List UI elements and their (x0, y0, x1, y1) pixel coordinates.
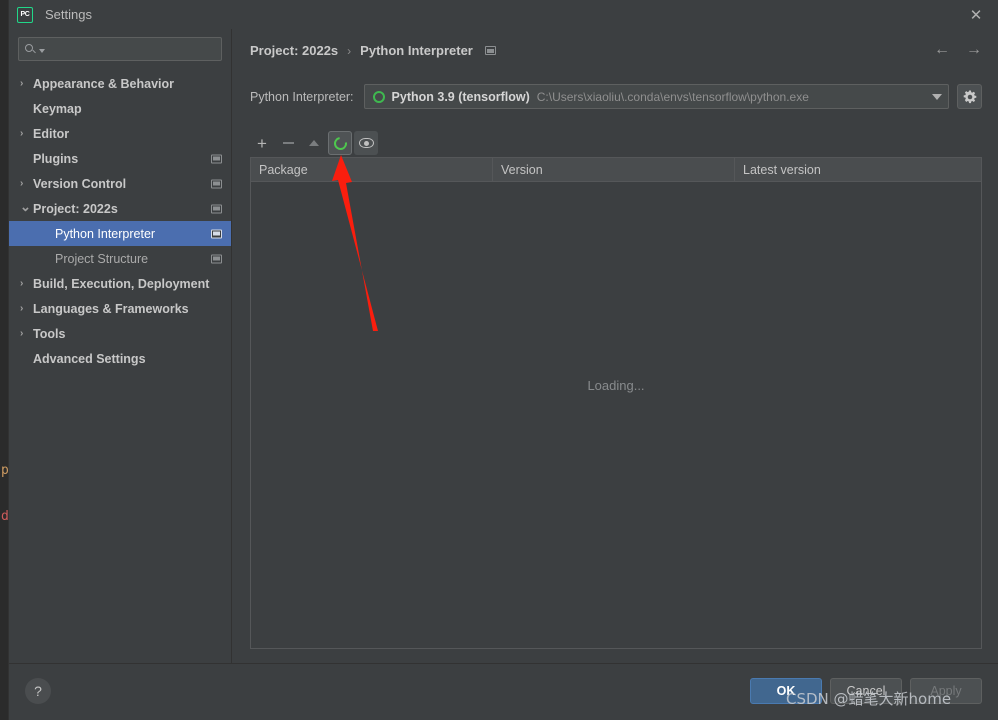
interpreter-row: Python Interpreter: Python 3.9 (tensorfl… (250, 84, 982, 109)
sidebar-item-keymap[interactable]: ›Keymap (9, 96, 231, 121)
sidebar-item-editor[interactable]: › Editor (9, 121, 231, 146)
packages-table-body[interactable]: Loading... (251, 182, 981, 648)
dialog-body: ›Appearance & Behavior›Keymap›Editor›Plu… (9, 29, 998, 663)
sidebar-item-project-2022s[interactable]: ⌄ Project: 2022s (9, 196, 231, 221)
sidebar-item-label: Python Interpreter (55, 226, 156, 241)
sidebar-item-label: Advanced Settings (33, 351, 146, 366)
python-env-ring-icon (372, 90, 385, 103)
refresh-ring-icon (330, 133, 350, 153)
settings-tree: ›Appearance & Behavior›Keymap›Editor›Plu… (9, 71, 231, 371)
column-header-version[interactable]: Version (493, 158, 735, 181)
sidebar-item-project-structure[interactable]: Project Structure (9, 246, 231, 271)
forward-arrow-icon[interactable]: → (966, 42, 982, 58)
sidebar-item-label: Appearance & Behavior (33, 76, 175, 91)
sidebar-item-tools[interactable]: › Tools (9, 321, 231, 346)
sidebar-item-label: Project: 2022s (33, 201, 118, 216)
interpreter-label: Python Interpreter: (250, 89, 354, 104)
sidebar-item-advanced-settings[interactable]: ›Advanced Settings (9, 346, 231, 371)
modified-marker-icon (211, 204, 222, 213)
sidebar-item-version-control[interactable]: › Version Control (9, 171, 231, 196)
column-header-package[interactable]: Package (251, 158, 493, 181)
search-container (9, 29, 231, 61)
modified-marker-icon (484, 46, 496, 55)
eye-icon (358, 138, 374, 148)
show-early-releases-button[interactable] (354, 131, 378, 155)
chevron-right-icon[interactable]: › (20, 278, 33, 289)
modified-marker-icon (211, 179, 222, 188)
breadcrumb-separator: › (347, 43, 352, 58)
interpreter-name: Python 3.9 (tensorflow) (391, 89, 530, 104)
title-bar: PC Settings ✕ (9, 0, 998, 29)
chevron-right-icon[interactable]: › (20, 178, 33, 189)
loading-status: Loading... (587, 378, 645, 393)
help-button[interactable]: ? (25, 678, 51, 704)
pycharm-icon-text: PC (20, 11, 30, 18)
sidebar-item-build-execution-deployment[interactable]: › Build, Execution, Deployment (9, 271, 231, 296)
pycharm-icon: PC (17, 6, 33, 23)
sidebar-item-label: Project Structure (55, 251, 149, 266)
settings-dialog: PC Settings ✕ ›Appearance & Behavior›Key (8, 0, 998, 720)
content-panel: Project: 2022s › Python Interpreter ← → … (232, 29, 998, 663)
search-input[interactable] (49, 42, 215, 56)
navigation-arrows: ← → (934, 42, 982, 58)
breadcrumb-root[interactable]: Project: 2022s (250, 43, 338, 58)
sidebar-item-label: Build, Execution, Deployment (33, 276, 210, 291)
add-package-button[interactable]: + (250, 131, 274, 155)
modified-marker-icon (211, 154, 222, 163)
breadcrumb-leaf: Python Interpreter (360, 43, 473, 58)
sidebar-item-label: Plugins (33, 151, 79, 166)
settings-sidebar: ›Appearance & Behavior›Keymap›Editor›Plu… (9, 29, 232, 663)
sidebar-item-plugins[interactable]: ›Plugins (9, 146, 231, 171)
screen: p d PC Settings ✕ › Appearance & Behavio… (0, 0, 998, 720)
upgrade-package-button[interactable] (302, 131, 326, 155)
modified-marker-icon (211, 229, 222, 238)
chevron-down-icon[interactable]: ⌄ (20, 200, 33, 213)
window-title: Settings (45, 7, 92, 22)
breadcrumb: Project: 2022s › Python Interpreter (250, 43, 496, 58)
chevron-down-icon[interactable] (932, 93, 942, 100)
interpreter-select[interactable]: Python 3.9 (tensorflow) C:\Users\xiaoliu… (363, 84, 949, 109)
gear-icon (963, 90, 976, 103)
interpreter-path: C:\Users\xiaoliu\.conda\envs\tensorflow\… (536, 89, 809, 104)
sidebar-item-label: Tools (33, 326, 66, 341)
chevron-right-icon[interactable]: › (20, 328, 33, 339)
interpreter-settings-button[interactable] (957, 84, 982, 109)
modified-marker-icon (211, 254, 222, 263)
sidebar-item-label: Editor (33, 126, 70, 141)
remove-package-button[interactable] (276, 131, 300, 155)
sidebar-item-label: Keymap (33, 101, 82, 116)
close-icon[interactable]: ✕ (964, 6, 988, 24)
minus-icon (282, 142, 294, 144)
watermark: CSDN @蜡笔大新home (786, 690, 952, 708)
packages-table: Package Version Latest version Loading..… (250, 157, 982, 649)
arrow-up-icon (309, 140, 319, 146)
sidebar-item-languages-frameworks[interactable]: › Languages & Frameworks (9, 296, 231, 321)
chevron-right-icon[interactable]: › (20, 303, 33, 314)
search-history-chevron-down-icon[interactable] (39, 49, 45, 53)
chevron-right-icon[interactable]: › (20, 78, 33, 89)
package-toolbar: + (250, 131, 378, 155)
search-icon (25, 43, 38, 56)
plus-icon: + (257, 133, 267, 153)
chevron-right-icon[interactable]: › (20, 128, 33, 139)
column-header-latest-version[interactable]: Latest version (735, 158, 981, 181)
back-arrow-icon[interactable]: ← (934, 42, 950, 58)
sidebar-item-label: Languages & Frameworks (33, 301, 189, 316)
search-box[interactable] (18, 37, 222, 61)
sidebar-item-appearance-behavior[interactable]: › Appearance & Behavior (9, 71, 231, 96)
sidebar-item-python-interpreter[interactable]: Python Interpreter (9, 221, 231, 246)
sidebar-item-label: Version Control (33, 176, 127, 191)
packages-table-header: Package Version Latest version (251, 158, 981, 182)
refresh-packages-button[interactable] (328, 131, 352, 155)
